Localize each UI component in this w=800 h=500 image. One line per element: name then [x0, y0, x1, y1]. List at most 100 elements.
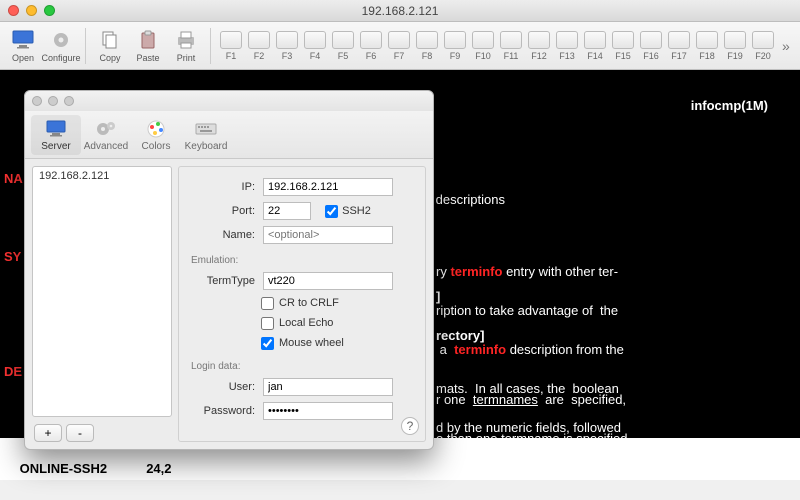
fkey-f12[interactable]: F12: [526, 31, 552, 61]
host-list[interactable]: 192.168.2.121: [32, 166, 172, 417]
paste-label: Paste: [136, 53, 159, 63]
section-synopsis: SY: [4, 249, 21, 264]
help-button[interactable]: ?: [401, 417, 419, 435]
dialog-zoom[interactable]: [64, 96, 74, 106]
function-keys: F1F2F3F4 F5 F6 F7 F8 F9F10 F11 F12 F13F14F15F16 F…: [218, 31, 776, 61]
dialog-titlebar: [25, 91, 433, 111]
window-title: 192.168.2.121: [0, 4, 800, 18]
ssh2-checkbox[interactable]: [325, 205, 338, 218]
fkey-f7[interactable]: F7: [386, 31, 412, 61]
fkey-f19[interactable]: F19: [722, 31, 748, 61]
local-echo-label: Local Echo: [279, 317, 333, 329]
fkey-icon: [584, 31, 606, 49]
add-host-button[interactable]: +: [34, 424, 62, 442]
fkey-icon: [556, 31, 578, 49]
print-button[interactable]: Print: [169, 24, 203, 68]
remove-host-button[interactable]: -: [66, 424, 94, 442]
fkey-f4[interactable]: F4: [302, 31, 328, 61]
connection-dialog: Server Advanced Colors Keyboard 192.168.…: [24, 90, 434, 450]
name-field[interactable]: [263, 226, 393, 244]
local-echo-checkbox[interactable]: [261, 317, 274, 330]
user-field[interactable]: [263, 378, 393, 396]
fkey-f11[interactable]: F11: [498, 31, 524, 61]
tab-keyboard-label: Keyboard: [185, 141, 228, 152]
tab-server[interactable]: Server: [31, 115, 81, 155]
fkey-icon: [500, 31, 522, 49]
termtype-field[interactable]: [263, 272, 393, 290]
ip-label: IP:: [189, 181, 255, 193]
paste-button[interactable]: Paste: [131, 24, 165, 68]
fkey-label: F12: [531, 51, 547, 61]
monitor-icon: [11, 28, 35, 52]
fkey-icon: [612, 31, 634, 49]
login-section-label: Login data:: [191, 361, 415, 372]
copy-icon: [98, 28, 122, 52]
password-field[interactable]: [263, 402, 393, 420]
fkey-icon: [332, 31, 354, 49]
mouse-wheel-label: Mouse wheel: [279, 337, 344, 349]
fkey-f18[interactable]: F18: [694, 31, 720, 61]
fkey-label: F8: [422, 51, 433, 61]
toolbar-overflow[interactable]: »: [782, 38, 790, 54]
palette-icon: [145, 118, 167, 140]
fkey-f5[interactable]: F5: [330, 31, 356, 61]
tab-advanced-label: Advanced: [84, 141, 128, 152]
window-titlebar: 192.168.2.121: [0, 0, 800, 22]
gears-icon: [95, 118, 117, 140]
fkey-f17[interactable]: F17: [666, 31, 692, 61]
fkey-label: F5: [338, 51, 349, 61]
fkey-label: F17: [671, 51, 687, 61]
copy-button[interactable]: Copy: [93, 24, 127, 68]
cr-to-crlf-checkbox[interactable]: [261, 297, 274, 310]
name-desc-fragment: descriptions: [432, 190, 505, 210]
fkey-icon: [276, 31, 298, 49]
password-label: Password:: [189, 405, 255, 417]
fkey-f1[interactable]: F1: [218, 31, 244, 61]
mouse-wheel-checkbox[interactable]: [261, 337, 274, 350]
fkey-label: F11: [504, 51, 519, 61]
fkey-f13[interactable]: F13: [554, 31, 580, 61]
fkey-icon: [528, 31, 550, 49]
name-label: Name:: [189, 229, 255, 241]
printer-icon: [174, 28, 198, 52]
fkey-icon: [444, 31, 466, 49]
port-field[interactable]: [263, 202, 311, 220]
fkey-f3[interactable]: F3: [274, 31, 300, 61]
configure-label: Configure: [41, 53, 80, 63]
configure-button[interactable]: Configure: [44, 24, 78, 68]
cr-to-crlf-label: CR to CRLF: [279, 297, 339, 309]
description-body-2: r one termnames are specified, e than on…: [436, 370, 631, 448]
fkey-label: F20: [755, 51, 771, 61]
host-list-item[interactable]: 192.168.2.121: [33, 167, 171, 185]
dialog-tabs: Server Advanced Colors Keyboard: [25, 111, 433, 159]
fkey-f15[interactable]: F15: [610, 31, 636, 61]
ip-field[interactable]: [263, 178, 393, 196]
ssh2-label: SSH2: [342, 205, 371, 217]
termtype-label: TermType: [189, 275, 255, 287]
tab-colors[interactable]: Colors: [131, 115, 181, 155]
section-name: NA: [4, 171, 23, 186]
tab-advanced[interactable]: Advanced: [81, 115, 131, 155]
emulation-section-label: Emulation:: [191, 255, 415, 266]
fkey-f10[interactable]: F10: [470, 31, 496, 61]
open-label: Open: [12, 53, 34, 63]
tab-keyboard[interactable]: Keyboard: [181, 115, 231, 155]
open-button[interactable]: Open: [6, 24, 40, 68]
user-label: User:: [189, 381, 255, 393]
gear-icon: [49, 28, 73, 52]
fkey-f6[interactable]: F6: [358, 31, 384, 61]
section-description: DE: [4, 364, 22, 379]
dialog-close[interactable]: [32, 96, 42, 106]
fkey-f2[interactable]: F2: [246, 31, 272, 61]
fkey-f9[interactable]: F9: [442, 31, 468, 61]
keyboard-icon: [195, 118, 217, 140]
fkey-f8[interactable]: F8: [414, 31, 440, 61]
tab-colors-label: Colors: [142, 141, 171, 152]
fkey-f14[interactable]: F14: [582, 31, 608, 61]
fkey-f16[interactable]: F16: [638, 31, 664, 61]
fkey-label: F6: [366, 51, 377, 61]
dialog-minimize[interactable]: [48, 96, 58, 106]
monitor-icon: [45, 118, 67, 140]
fkey-f20[interactable]: F20: [750, 31, 776, 61]
fkey-icon: [220, 31, 242, 49]
